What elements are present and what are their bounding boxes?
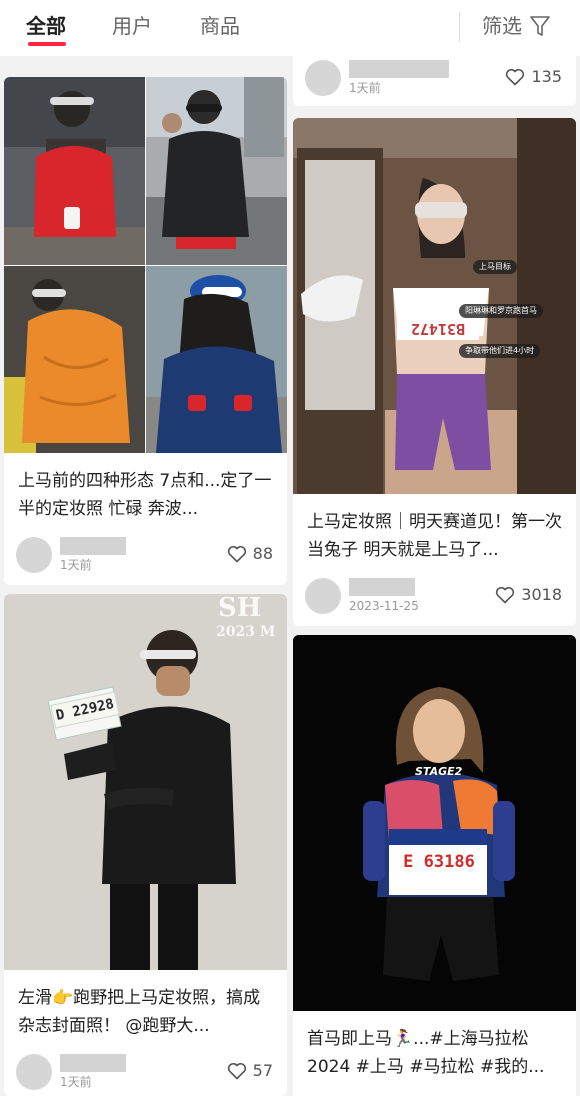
like-button[interactable]: 57 [227, 1060, 273, 1082]
note-card[interactable]: D 22928 SH 2023 M 左滑👉跑野把上马定妆照，搞成杂志封面照！ @… [4, 594, 287, 1096]
watermark-line1: SH [218, 594, 262, 623]
note-meta: 2023-11-25 3018 [305, 578, 564, 614]
like-count: 88 [252, 544, 273, 563]
avatar[interactable] [16, 537, 52, 573]
note-title: 上马前的四种形态 7点和...定了一半的定妆照 忙碌 奔波... [18, 471, 272, 519]
note-card[interactable]: B31472 上马目标 阳琳琳和罗京跑首马 争取带他们进4小时 上马定妆照｜明天… [293, 118, 576, 626]
race-bib-number: E 63186 [397, 849, 481, 875]
note-time: 1天前 [60, 558, 92, 572]
note-title: 上马定妆照｜明天赛道见！第一次当兔子 明天就是上马了... [307, 512, 562, 560]
tab-users[interactable]: 用户 [112, 12, 152, 40]
heart-icon [227, 1062, 247, 1080]
shirt-print-text: STAGE2 [415, 765, 463, 778]
funnel-icon [530, 15, 550, 37]
note-cover-photo: D 22928 SH 2023 M [4, 594, 287, 970]
overlay-tag[interactable]: 上马目标 [473, 260, 517, 274]
avatar[interactable] [305, 578, 341, 614]
overlay-tag[interactable]: 阳琳琳和罗京跑首马 [459, 304, 543, 318]
note-card-partial[interactable]: 1天前 135 [293, 52, 576, 106]
note-cover-photo: E 63186 STAGE2 [293, 635, 576, 1011]
like-button[interactable]: 88 [227, 543, 273, 565]
avatar[interactable] [16, 1054, 52, 1090]
watermark-line2: 2023 M [216, 624, 276, 640]
heart-icon [505, 68, 525, 86]
note-title: 左滑👉跑野把上马定妆照，搞成杂志封面照！ @跑野大... [18, 988, 261, 1036]
heart-icon [227, 545, 247, 563]
like-count: 3018 [521, 585, 562, 604]
like-count: 57 [252, 1061, 273, 1080]
note-title: 首马即上马🏃‍♀️...#上海马拉松2024 #上马 #马拉松 #我的... [307, 1029, 545, 1077]
author-name-redacted[interactable] [60, 1054, 126, 1072]
note-time: 1天前 [60, 1075, 92, 1089]
tab-all[interactable]: 全部 [26, 12, 66, 40]
filter-label: 筛选 [482, 14, 522, 38]
race-bib-number: B31472 [397, 318, 479, 340]
author-name-redacted[interactable] [60, 537, 126, 555]
note-card[interactable]: 上马前的四种形态 7点和...定了一半的定妆照 忙碌 奔波... 1天前 88 [4, 77, 287, 585]
note-meta: 1天前 88 [16, 537, 275, 573]
overlay-tag[interactable]: 争取带他们进4小时 [459, 344, 541, 358]
note-cover-photo: B31472 上马目标 阳琳琳和罗京跑首马 争取带他们进4小时 [293, 118, 576, 494]
like-button[interactable]: 3018 [495, 584, 562, 606]
active-tab-indicator [28, 42, 66, 46]
note-time: 1天前 [349, 81, 381, 95]
filter-button[interactable]: 筛选 [482, 12, 550, 40]
note-time: 2023-11-25 [349, 599, 419, 613]
heart-icon [495, 586, 515, 604]
top-tab-bar: 全部 用户 商品 筛选 [0, 0, 580, 56]
avatar[interactable] [305, 60, 341, 96]
tab-divider [459, 12, 460, 42]
like-button[interactable]: 135 [505, 66, 562, 88]
like-count: 135 [531, 67, 562, 86]
note-meta: 1天前 135 [305, 60, 564, 96]
note-cover-photo [4, 77, 287, 453]
tab-products[interactable]: 商品 [200, 12, 240, 40]
note-meta: 1天前 57 [16, 1054, 275, 1090]
author-name-redacted[interactable] [349, 578, 415, 596]
author-name-redacted[interactable] [349, 60, 449, 78]
note-card[interactable]: E 63186 STAGE2 首马即上马🏃‍♀️...#上海马拉松2024 #上… [293, 635, 576, 1096]
